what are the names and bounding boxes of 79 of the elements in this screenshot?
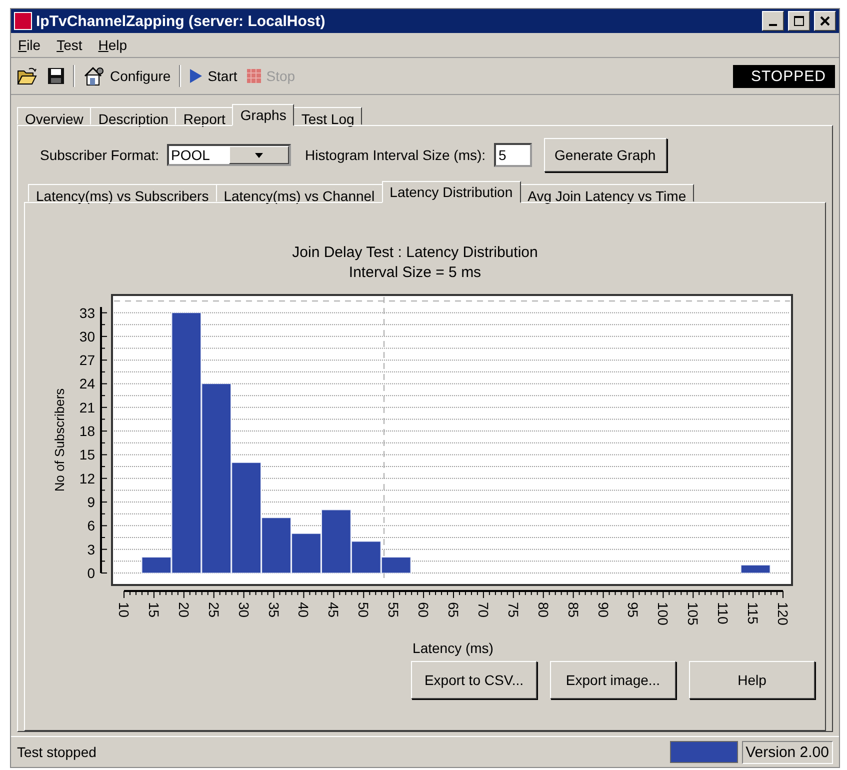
menu-item[interactable]: Test [56, 37, 84, 53]
open-folder-icon [17, 67, 37, 85]
close-button[interactable] [814, 11, 836, 31]
x-tick-label: 95 [625, 602, 642, 618]
menu-item[interactable]: File [17, 37, 42, 53]
y-tick-label: 24 [79, 376, 95, 392]
dropdown[interactable]: POOL [167, 144, 292, 166]
y-tick-label: 3 [87, 541, 95, 558]
dialog-button[interactable]: Export image... [550, 661, 676, 699]
close-icon [820, 16, 830, 26]
status-text: Test stopped [17, 744, 98, 760]
configure-button[interactable]: Configure [81, 66, 173, 86]
x-tick-label: 20 [176, 602, 192, 618]
tab[interactable]: Graphs [232, 104, 294, 126]
x-tick-label: 30 [236, 602, 252, 618]
version-label: Version 2.00 [742, 740, 833, 764]
x-tick-label: 55 [386, 602, 402, 618]
input-field[interactable]: 5 [494, 143, 532, 167]
x-tick-label: 50 [356, 602, 372, 618]
y-tick-label: 33 [79, 304, 95, 321]
generate-graph-button[interactable]: Generate Graph [544, 138, 667, 172]
start-button[interactable]: Start [186, 68, 240, 84]
maximize-icon [794, 16, 804, 26]
chart-subtitle: Interval Size = 5 ms [348, 264, 482, 281]
x-tick-label: 120 [775, 602, 791, 626]
tab[interactable]: Latency Distribution [382, 181, 521, 203]
x-tick-label: 75 [505, 602, 522, 618]
status-display: STOPPED [733, 64, 835, 88]
y-axis-title: No of Subscribers [52, 388, 67, 492]
status-indicator [670, 741, 738, 763]
tab[interactable]: Latency(ms) vs Subscribers [28, 184, 217, 202]
y-tick-label: 12 [79, 470, 95, 486]
window-title: IpTvChannelZapping (server: LocalHost) [36, 12, 326, 30]
open-folder-button[interactable] [15, 67, 39, 85]
y-tick-label: 6 [87, 518, 95, 534]
x-tick-label: 105 [685, 602, 702, 626]
tab[interactable]: Overview [17, 107, 92, 125]
y-tick-label: 21 [79, 399, 95, 416]
x-axis-title: Latency (ms) [412, 640, 494, 656]
play-icon [188, 68, 203, 84]
y-tick-label: 18 [79, 423, 95, 440]
x-tick-label: 65 [446, 602, 462, 618]
x-tick-label: 80 [535, 602, 552, 618]
floppy-disk-button[interactable] [45, 67, 67, 85]
field-label: Histogram Interval Size (ms): [305, 147, 486, 163]
x-tick-label: 45 [326, 602, 342, 618]
app-logo-icon [14, 12, 32, 30]
tab[interactable]: Test Log [293, 107, 362, 125]
field-label: Subscriber Format: [40, 147, 160, 163]
x-tick-label: 40 [296, 602, 312, 618]
x-tick-label: 60 [416, 602, 432, 618]
x-tick-label: 85 [565, 602, 582, 618]
x-tick-label: 10 [116, 602, 132, 618]
minimize-button[interactable] [762, 11, 784, 31]
menu-item[interactable]: Help [97, 37, 128, 53]
x-tick-label: 100 [655, 602, 672, 626]
x-tick-label: 25 [206, 602, 222, 618]
tab[interactable]: Avg Join Latency vs Time [520, 184, 694, 202]
y-tick-label: 0 [87, 565, 95, 581]
y-tick-label: 30 [79, 328, 95, 344]
chart-title: Join Delay Test : Latency Distribution [292, 244, 538, 261]
y-tick-label: 15 [79, 446, 95, 463]
x-tick-label: 115 [745, 602, 762, 624]
stop-icon [247, 69, 262, 83]
dialog-button[interactable]: Export to CSV... [411, 661, 537, 699]
y-tick-label: 9 [87, 494, 95, 510]
x-tick-label: 110 [715, 602, 732, 624]
dialog-button[interactable]: Help [689, 661, 815, 699]
tab[interactable]: Latency(ms) vs Channel [216, 184, 383, 202]
tab[interactable]: Report [175, 107, 234, 125]
house-gear-icon [83, 66, 105, 86]
x-tick-label: 90 [595, 602, 612, 618]
minimize-icon [769, 24, 777, 26]
y-tick-label: 27 [79, 352, 95, 368]
x-tick-label: 70 [475, 602, 492, 618]
maximize-button[interactable] [788, 11, 810, 31]
x-tick-label: 35 [266, 602, 282, 618]
tab[interactable]: Description [90, 107, 176, 125]
x-tick-label: 15 [146, 602, 162, 618]
